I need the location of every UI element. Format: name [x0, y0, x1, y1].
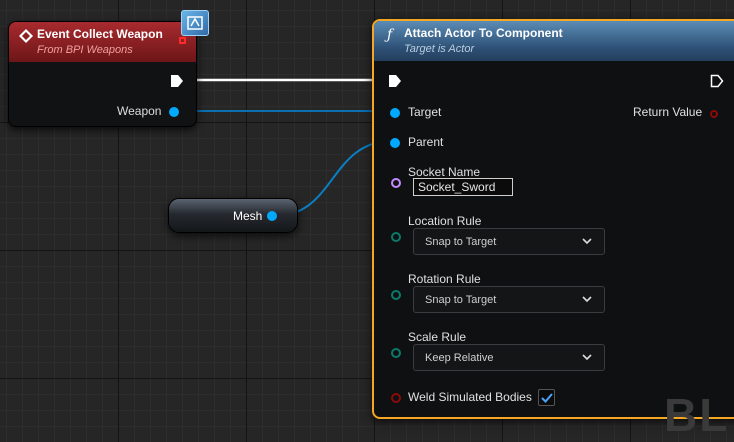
return-value-pin-icon[interactable] [710, 110, 718, 118]
location-rule-label: Location Rule [408, 214, 482, 228]
location-rule-pin-icon[interactable] [391, 232, 401, 242]
chevron-down-icon [582, 296, 592, 303]
chevron-down-icon [582, 354, 592, 361]
parent-pin-label: Parent [408, 135, 444, 149]
weld-simulated-bodies-label: Weld Simulated Bodies [408, 390, 532, 404]
event-icon [19, 29, 33, 43]
checkmark-icon [540, 392, 553, 403]
socket-name-pin-icon[interactable] [391, 178, 401, 188]
scale-rule-value: Keep Relative [425, 352, 494, 364]
mesh-node-label: Mesh [233, 209, 263, 223]
exec-out-pin-icon[interactable] [710, 74, 724, 88]
return-value-pin-label: Return Value [633, 105, 703, 119]
socket-name-input[interactable] [413, 178, 513, 196]
watermark-text: BL [664, 389, 730, 441]
rotation-rule-pin-icon[interactable] [391, 290, 401, 300]
exec-in-pin-icon[interactable] [388, 74, 402, 88]
weld-simulated-bodies-checkbox[interactable] [538, 389, 555, 406]
mesh-pin-icon[interactable] [267, 211, 277, 221]
attach-node-title: Attach Actor To Component [404, 26, 563, 40]
target-pin-icon[interactable] [390, 108, 400, 118]
attach-node-header[interactable]: ƒ Attach Actor To Component Target is Ac… [374, 21, 734, 61]
function-icon: ƒ [387, 27, 393, 43]
weapon-pin-label: Weapon [117, 104, 162, 118]
exec-out-pin-icon[interactable] [170, 74, 184, 88]
attach-actor-to-component-node[interactable]: ƒ Attach Actor To Component Target is Ac… [372, 19, 734, 419]
location-rule-value: Snap to Target [425, 236, 497, 248]
delegate-pin-icon[interactable] [179, 37, 186, 44]
socket-name-label: Socket Name [408, 165, 481, 179]
parent-pin-icon[interactable] [390, 138, 400, 148]
event-node-title: Event Collect Weapon [37, 27, 163, 41]
scale-rule-pin-icon[interactable] [391, 348, 401, 358]
rotation-rule-dropdown[interactable]: Snap to Target [413, 286, 605, 313]
scale-rule-label: Scale Rule [408, 330, 467, 344]
interface-icon [181, 10, 209, 36]
weapon-pin-icon[interactable] [169, 107, 179, 117]
chevron-down-icon [582, 238, 592, 245]
event-node-header[interactable]: Event Collect Weapon From BPI Weapons [9, 22, 196, 62]
attach-node-subtitle: Target is Actor [404, 43, 475, 55]
weld-pin-icon[interactable] [391, 393, 401, 403]
rotation-rule-label: Rotation Rule [408, 272, 481, 286]
target-pin-label: Target [408, 105, 442, 119]
event-node-subtitle: From BPI Weapons [37, 44, 133, 56]
scale-rule-dropdown[interactable]: Keep Relative [413, 344, 605, 371]
location-rule-dropdown[interactable]: Snap to Target [413, 228, 605, 255]
rotation-rule-value: Snap to Target [425, 294, 497, 306]
event-collect-weapon-node[interactable]: Event Collect Weapon From BPI Weapons We… [8, 10, 209, 127]
mesh-variable-node[interactable]: Mesh [168, 198, 298, 233]
